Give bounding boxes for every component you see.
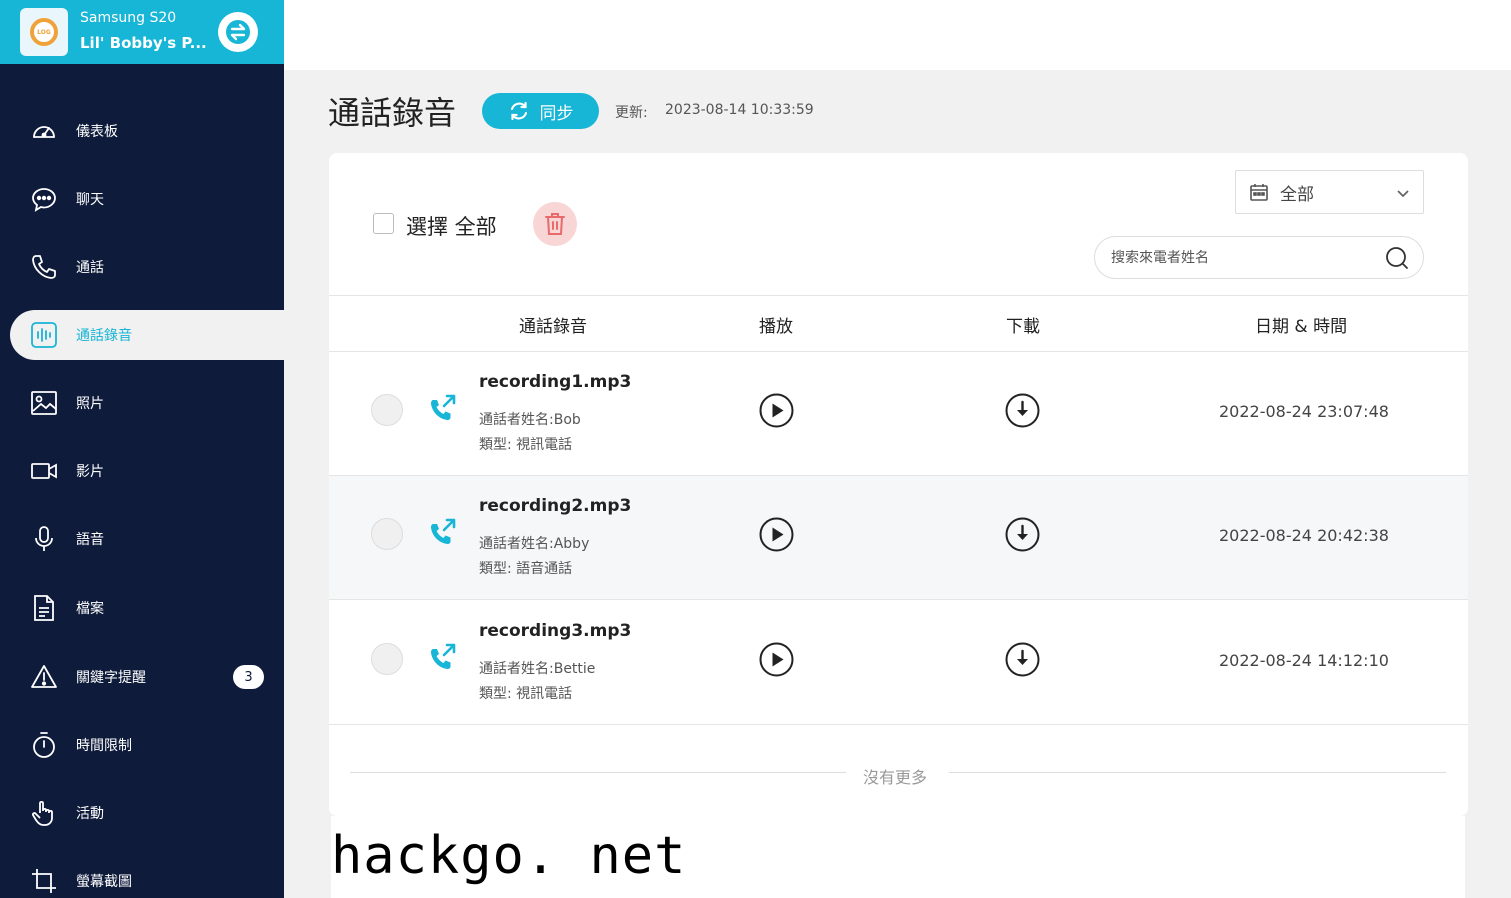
video-icon <box>30 457 58 485</box>
recording-filename: recording3.mp3 <box>479 621 632 641</box>
play-icon[interactable] <box>759 517 794 552</box>
swap-icon <box>226 20 250 44</box>
divider <box>949 772 1446 773</box>
column-header-datetime: 日期 & 時間 <box>1255 317 1348 337</box>
sidebar-item-photos[interactable]: 照片 <box>10 378 284 428</box>
date-filter-value: 全部 <box>1280 184 1314 205</box>
sidebar-item-label: 通話錄音 <box>76 328 132 344</box>
search-input[interactable] <box>1111 247 1371 269</box>
recording-filename: recording2.mp3 <box>479 496 632 516</box>
sidebar-item-time-limits[interactable]: 時間限制 <box>10 720 284 770</box>
row-select-radio[interactable] <box>371 518 403 550</box>
switch-device-button[interactable] <box>218 12 258 52</box>
page-title: 通話錄音 <box>328 94 457 132</box>
crop-icon <box>30 867 58 895</box>
recording-filename: recording1.mp3 <box>479 372 632 392</box>
sidebar-item-label: 關鍵字提醒 <box>76 670 146 686</box>
table-row: recording1.mp3 通話者姓名:Bob 類型: 視訊電話 2022-0… <box>329 352 1468 476</box>
play-icon[interactable] <box>759 642 794 677</box>
sidebar-item-label: 檔案 <box>76 601 104 617</box>
trash-icon <box>545 213 565 235</box>
sidebar-item-call-recording[interactable]: 通話錄音 <box>10 310 284 360</box>
divider <box>329 295 1468 296</box>
caller-name: 通話者姓名:Bettie <box>479 661 596 677</box>
hand-pointer-icon <box>30 799 58 827</box>
call-type: 類型: 視訊電話 <box>479 437 573 453</box>
outgoing-call-icon <box>431 394 456 420</box>
caller-name: 通話者姓名:Bob <box>479 412 581 428</box>
top-bar <box>284 0 1511 70</box>
image-icon <box>30 389 58 417</box>
select-all-label: 選擇 全部 <box>406 215 497 239</box>
warning-icon <box>30 663 58 691</box>
phone-icon <box>30 253 58 281</box>
mic-icon <box>30 525 58 553</box>
device-model: Samsung S20 <box>80 10 177 26</box>
sidebar-item-label: 儀表板 <box>76 124 118 140</box>
update-label: 更新: <box>615 105 648 121</box>
call-type: 類型: 語音通話 <box>479 561 573 577</box>
no-more-label: 沒有更多 <box>863 768 928 787</box>
sidebar-item-label: 影片 <box>76 464 104 480</box>
search-icon[interactable] <box>1385 246 1409 270</box>
audio-wave-icon <box>30 321 58 349</box>
sidebar-item-label: 時間限制 <box>76 738 132 754</box>
sync-button[interactable]: 同步 <box>482 93 599 129</box>
sidebar-item-calls[interactable]: 通話 <box>10 242 284 292</box>
row-select-radio[interactable] <box>371 394 403 426</box>
dashboard-icon <box>30 117 58 145</box>
stopwatch-icon <box>30 731 58 759</box>
sync-label: 同步 <box>539 103 574 124</box>
sidebar-item-activity[interactable]: 活動 <box>10 788 284 838</box>
device-owner: Lil' Bobby's P... <box>80 34 207 52</box>
sidebar-item-keyword-alerts[interactable]: 關鍵字提醒 3 <box>10 652 284 702</box>
divider <box>350 772 846 773</box>
sidebar-item-label: 通話 <box>76 260 104 276</box>
outgoing-call-icon <box>431 643 456 669</box>
chat-icon <box>30 185 58 213</box>
recording-datetime: 2022-08-24 20:42:38 <box>1219 526 1389 545</box>
caller-name: 通話者姓名:Abby <box>479 536 590 552</box>
sidebar-item-label: 照片 <box>76 396 104 412</box>
sidebar-item-screenshots[interactable]: 螢幕截圖 <box>10 856 284 898</box>
count-badge: 3 <box>233 665 264 689</box>
sidebar: LOG Samsung S20 Lil' Bobby's P... 儀表板 聊天… <box>0 0 284 898</box>
sidebar-item-label: 語音 <box>76 532 104 548</box>
select-all-checkbox[interactable] <box>373 213 394 234</box>
update-timestamp: 2023-08-14 10:33:59 <box>665 102 814 118</box>
refresh-icon <box>510 101 527 121</box>
sidebar-item-label: 活動 <box>76 806 104 822</box>
recording-datetime: 2022-08-24 14:12:10 <box>1219 651 1389 670</box>
recording-datetime: 2022-08-24 23:07:48 <box>1219 402 1389 421</box>
play-icon[interactable] <box>759 393 794 428</box>
watermark-text: hackgo. net <box>331 826 687 886</box>
date-filter-dropdown[interactable]: 全部 <box>1235 170 1424 214</box>
sidebar-item-chat[interactable]: 聊天 <box>10 174 284 224</box>
sidebar-item-voice[interactable]: 語音 <box>10 514 284 564</box>
table-row: recording2.mp3 通話者姓名:Abby 類型: 語音通話 2022-… <box>329 476 1468 600</box>
sidebar-item-videos[interactable]: 影片 <box>10 446 284 496</box>
download-icon[interactable] <box>1005 517 1040 552</box>
sidebar-item-label: 螢幕截圖 <box>76 874 132 890</box>
app-logo: LOG <box>20 8 68 56</box>
sidebar-item-dashboard[interactable]: 儀表板 <box>10 106 284 156</box>
device-header: LOG Samsung S20 Lil' Bobby's P... <box>0 0 284 64</box>
chevron-down-icon <box>1397 190 1409 198</box>
calendar-icon <box>1250 184 1268 201</box>
table-row: recording3.mp3 通話者姓名:Bettie 類型: 視訊電話 202… <box>329 601 1468 725</box>
sidebar-item-files[interactable]: 檔案 <box>10 583 284 633</box>
outgoing-call-icon <box>431 518 456 544</box>
search-field[interactable] <box>1094 236 1424 279</box>
delete-button[interactable] <box>533 202 577 246</box>
sidebar-item-label: 聊天 <box>76 192 104 208</box>
call-type: 類型: 視訊電話 <box>479 686 573 702</box>
file-icon <box>30 594 58 622</box>
row-select-radio[interactable] <box>371 643 403 675</box>
download-icon[interactable] <box>1005 393 1040 428</box>
column-header-play: 播放 <box>759 317 793 337</box>
download-icon[interactable] <box>1005 642 1040 677</box>
column-header-download: 下載 <box>1006 317 1040 337</box>
column-header-recording: 通話錄音 <box>519 317 587 337</box>
